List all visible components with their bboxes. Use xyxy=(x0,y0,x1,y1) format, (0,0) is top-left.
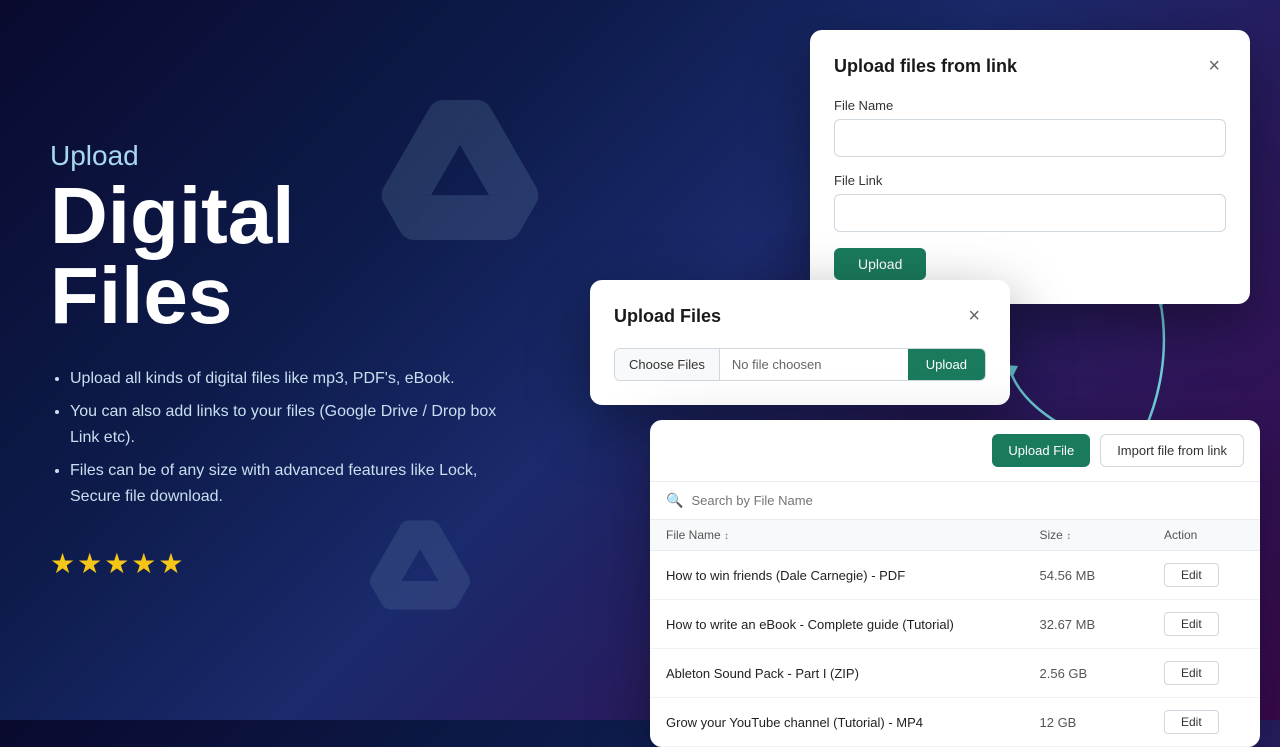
file-action-cell: Edit xyxy=(1164,710,1244,734)
import-file-from-link-button[interactable]: Import file from link xyxy=(1100,434,1244,467)
modal-link-close-button[interactable]: × xyxy=(1202,54,1226,78)
file-link-label: File Link xyxy=(834,173,1226,188)
no-file-text: No file choosen xyxy=(720,349,908,380)
file-name-cell: Ableton Sound Pack - Part I (ZIP) xyxy=(666,666,1040,681)
file-size-cell: 12 GB xyxy=(1040,715,1165,730)
modal-upload-title: Upload Files xyxy=(614,306,721,327)
file-action-cell: Edit xyxy=(1164,661,1244,685)
file-input-row: Choose Files No file choosen Upload xyxy=(614,348,986,381)
search-input[interactable] xyxy=(691,493,1244,508)
file-list-panel: Upload File Import file from link 🔍 File… xyxy=(650,420,1260,747)
file-name-cell: Grow your YouTube channel (Tutorial) - M… xyxy=(666,715,1040,730)
file-size-cell: 54.56 MB xyxy=(1040,568,1165,583)
th-action: Action xyxy=(1164,528,1244,542)
edit-button[interactable]: Edit xyxy=(1164,661,1219,685)
modal-upload-close-button[interactable]: × xyxy=(962,304,986,328)
upload-file-button[interactable]: Upload File xyxy=(992,434,1090,467)
th-filename: File Name ↕ xyxy=(666,528,1040,542)
search-icon: 🔍 xyxy=(666,492,683,509)
drive-icon-decorative-large xyxy=(380,100,540,240)
file-size-cell: 2.56 GB xyxy=(1040,666,1165,681)
modal-link-upload-button[interactable]: Upload xyxy=(834,248,926,280)
modal-upload-upload-button[interactable]: Upload xyxy=(908,349,985,380)
upload-files-modal: Upload Files × Choose Files No file choo… xyxy=(590,280,1010,405)
file-name-input[interactable] xyxy=(834,119,1226,157)
file-action-cell: Edit xyxy=(1164,612,1244,636)
modal-upload-header: Upload Files × xyxy=(614,304,986,328)
table-row: Ableton Sound Pack - Part I (ZIP) 2.56 G… xyxy=(650,649,1260,698)
filename-sort-icon[interactable]: ↕ xyxy=(724,531,729,542)
file-name-cell: How to win friends (Dale Carnegie) - PDF xyxy=(666,568,1040,583)
search-bar: 🔍 xyxy=(650,482,1260,520)
file-name-cell: How to write an eBook - Complete guide (… xyxy=(666,617,1040,632)
bullet-2: You can also add links to your files (Go… xyxy=(70,399,530,450)
file-link-input[interactable] xyxy=(834,194,1226,232)
bullet-1: Upload all kinds of digital files like m… xyxy=(70,366,530,392)
edit-button[interactable]: Edit xyxy=(1164,563,1219,587)
table-row: How to win friends (Dale Carnegie) - PDF… xyxy=(650,551,1260,600)
file-name-label: File Name xyxy=(834,98,1226,113)
th-size: Size ↕ xyxy=(1040,528,1165,542)
file-action-cell: Edit xyxy=(1164,563,1244,587)
file-list-toolbar: Upload File Import file from link xyxy=(650,420,1260,482)
edit-button[interactable]: Edit xyxy=(1164,710,1219,734)
choose-files-button[interactable]: Choose Files xyxy=(615,349,720,380)
upload-from-link-modal: Upload files from link × File Name File … xyxy=(810,30,1250,304)
table-row: How to write an eBook - Complete guide (… xyxy=(650,600,1260,649)
table-header: File Name ↕ Size ↕ Action xyxy=(650,520,1260,551)
file-table: File Name ↕ Size ↕ Action How to win fri… xyxy=(650,520,1260,747)
hero-bullets: Upload all kinds of digital files like m… xyxy=(50,366,530,518)
modal-link-header: Upload files from link × xyxy=(834,54,1226,78)
modal-link-title: Upload files from link xyxy=(834,56,1017,77)
bullet-3: Files can be of any size with advanced f… xyxy=(70,458,530,509)
size-sort-icon[interactable]: ↕ xyxy=(1066,531,1071,542)
table-row: Grow your YouTube channel (Tutorial) - M… xyxy=(650,698,1260,747)
drive-icon-decorative-small xyxy=(370,520,470,610)
file-size-cell: 32.67 MB xyxy=(1040,617,1165,632)
edit-button[interactable]: Edit xyxy=(1164,612,1219,636)
